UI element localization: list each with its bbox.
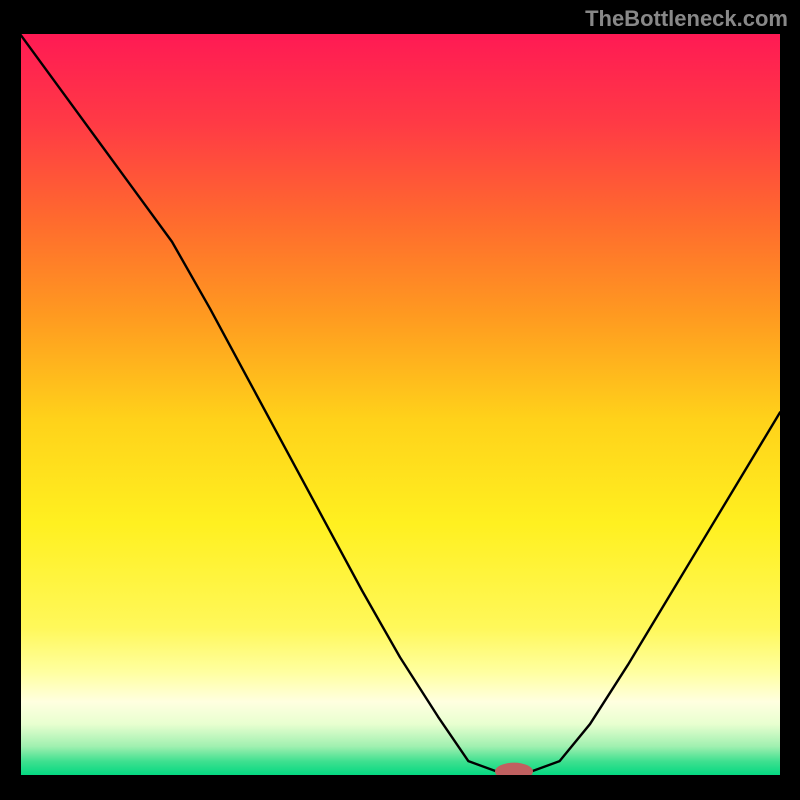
plot-area: [20, 34, 780, 776]
watermark-text: TheBottleneck.com: [585, 6, 788, 32]
gradient-background: [20, 34, 780, 776]
chart-container: TheBottleneck.com: [0, 0, 800, 800]
bottleneck-chart: [20, 34, 780, 776]
